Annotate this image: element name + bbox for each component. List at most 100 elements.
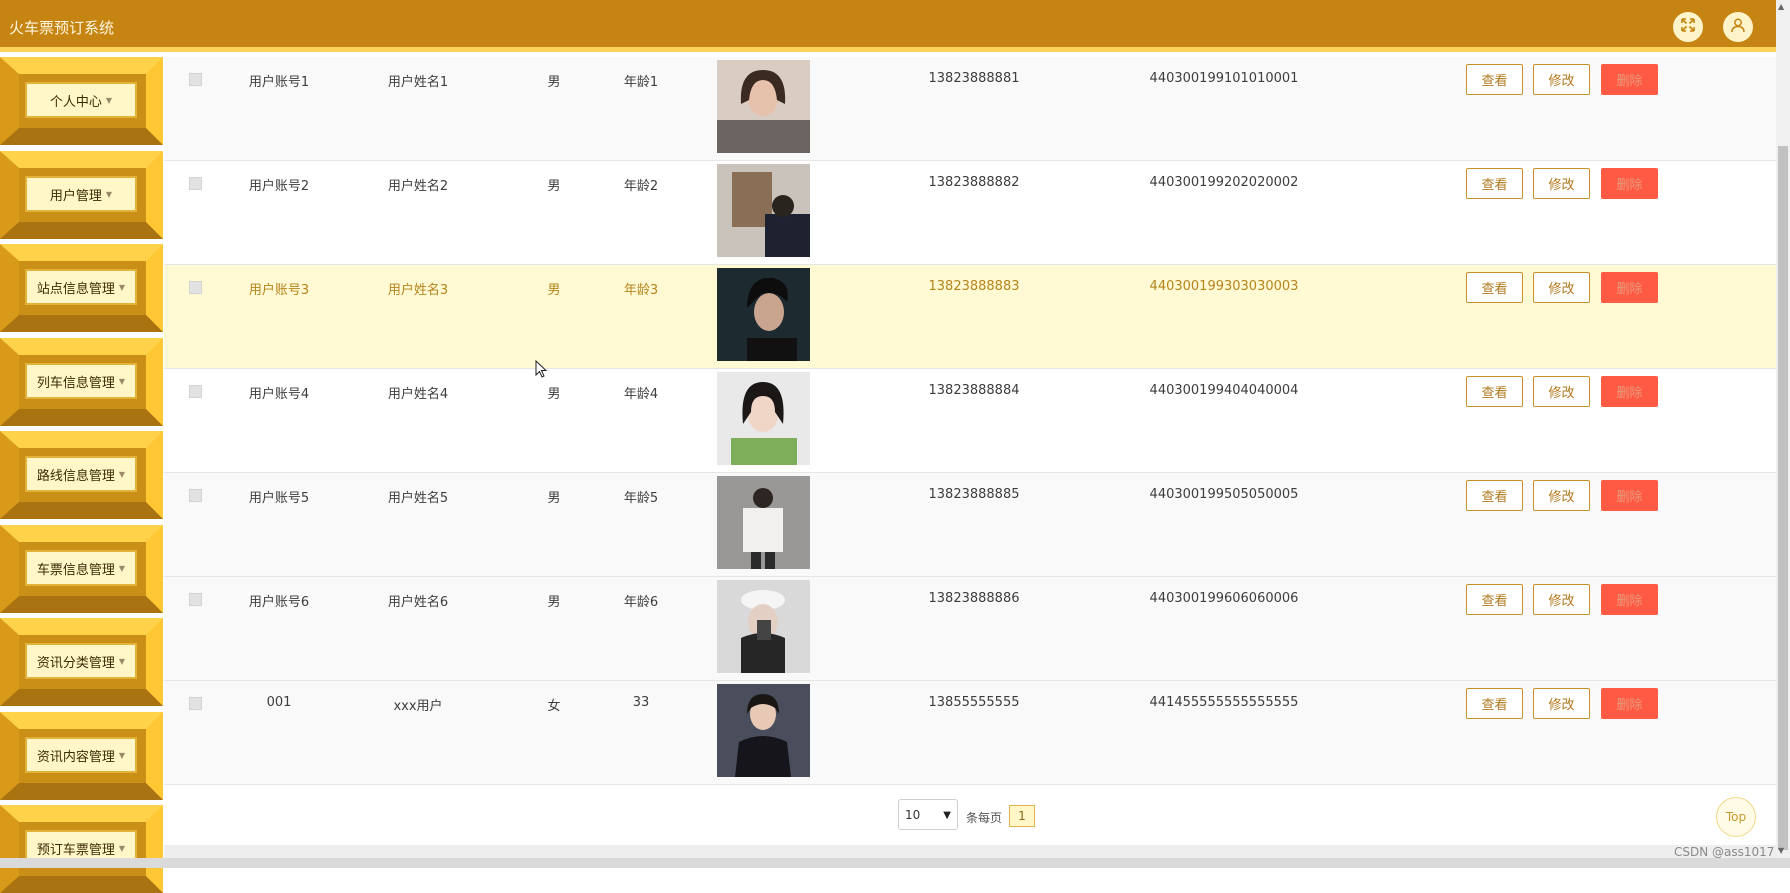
horizontal-scrollbar[interactable]: [164, 845, 1776, 858]
chevron-down-icon: ▼: [943, 810, 951, 821]
sidebar-item-label: 路线信息管理: [36, 468, 115, 484]
fullscreen-button[interactable]: [1673, 12, 1703, 42]
scroll-down-icon[interactable]: ▼: [1778, 846, 1784, 855]
phone-cell: 13823888886: [928, 591, 1020, 606]
page-number-button[interactable]: 1: [1009, 805, 1035, 827]
row-checkbox[interactable]: [189, 489, 202, 502]
row-checkbox[interactable]: [189, 593, 202, 606]
delete-button[interactable]: 删除: [1601, 168, 1658, 199]
phone-cell: 13823888882: [928, 175, 1020, 190]
sidebar-item-label: 站点信息管理: [36, 281, 115, 297]
caret-down-icon: ▼: [118, 282, 126, 292]
expand-icon: [1680, 17, 1696, 37]
scrollbar-thumb[interactable]: [1778, 146, 1788, 850]
account-cell: 用户账号1: [248, 75, 310, 90]
sidebar-item-news-category-management[interactable]: 资讯分类管理 ▼: [0, 618, 163, 706]
edit-button[interactable]: 修改: [1533, 168, 1590, 199]
age-cell: 年龄1: [623, 75, 659, 90]
phone-cell: 13823888885: [928, 487, 1020, 502]
gender-cell: 男: [547, 179, 561, 194]
view-button[interactable]: 查看: [1466, 376, 1523, 407]
sidebar-item-booking-management[interactable]: 预订车票管理 ▼: [0, 805, 163, 893]
edit-button[interactable]: 修改: [1533, 480, 1590, 511]
row-checkbox[interactable]: [189, 177, 202, 190]
sidebar-item-label: 车票信息管理: [36, 562, 115, 578]
delete-button[interactable]: 删除: [1601, 480, 1658, 511]
table-row: 用户账号3 用户姓名3 男 年龄3 13823888883 4403001993…: [164, 265, 1776, 369]
caret-down-icon: ▼: [118, 656, 126, 666]
view-button[interactable]: 查看: [1466, 584, 1523, 615]
name-cell: 用户姓名5: [387, 491, 449, 506]
phone-cell: 13823888881: [928, 71, 1020, 86]
name-cell: xxx用户: [393, 699, 443, 714]
id-card-cell: 440300199404040004: [1149, 383, 1299, 398]
phone-cell: 13855555555: [928, 695, 1020, 710]
gender-cell: 男: [547, 283, 561, 298]
back-to-top-button[interactable]: Top: [1716, 797, 1756, 837]
avatar: [717, 476, 810, 569]
account-cell: 用户账号6: [248, 595, 310, 610]
view-button[interactable]: 查看: [1466, 688, 1523, 719]
table-row: 001 xxx用户 女 33 13855555555 4414555555555…: [164, 681, 1776, 785]
view-button[interactable]: 查看: [1466, 168, 1523, 199]
row-checkbox[interactable]: [189, 281, 202, 294]
top-bar: 火车票预订系统: [0, 0, 1776, 52]
account-cell: 用户账号2: [248, 179, 310, 194]
delete-button[interactable]: 删除: [1601, 64, 1658, 95]
row-checkbox[interactable]: [189, 697, 202, 710]
watermark: CSDN @ass1017: [1674, 845, 1775, 859]
id-card-cell: 440300199101010001: [1149, 71, 1299, 86]
id-card-cell: 440300199505050005: [1149, 487, 1299, 502]
avatar: [717, 580, 810, 673]
sidebar-item-personal-center[interactable]: 个人中心 ▼: [0, 57, 163, 145]
name-cell: 用户姓名2: [387, 179, 449, 194]
age-cell: 年龄3: [623, 283, 659, 298]
account-cell: 用户账号4: [248, 387, 310, 402]
avatar: [717, 268, 810, 361]
edit-button[interactable]: 修改: [1533, 688, 1590, 719]
name-cell: 用户姓名6: [387, 595, 449, 610]
edit-button[interactable]: 修改: [1533, 64, 1590, 95]
sidebar-item-label: 列车信息管理: [36, 375, 115, 391]
delete-button[interactable]: 删除: [1601, 584, 1658, 615]
row-checkbox[interactable]: [189, 385, 202, 398]
edit-button[interactable]: 修改: [1533, 272, 1590, 303]
app-title: 火车票预订系统: [9, 19, 115, 37]
vertical-scrollbar[interactable]: ▲ ▼: [1776, 0, 1790, 858]
mouse-cursor-icon: [535, 359, 548, 382]
sidebar-item-train-management[interactable]: 列车信息管理 ▼: [0, 338, 163, 426]
sidebar-item-station-management[interactable]: 站点信息管理 ▼: [0, 244, 163, 332]
row-checkbox[interactable]: [189, 73, 202, 86]
sidebar-item-news-content-management[interactable]: 资讯内容管理 ▼: [0, 712, 163, 800]
caret-down-icon: ▼: [118, 750, 126, 760]
gender-cell: 女: [547, 699, 561, 714]
view-button[interactable]: 查看: [1466, 480, 1523, 511]
delete-button[interactable]: 删除: [1601, 376, 1658, 407]
sidebar-item-route-management[interactable]: 路线信息管理 ▼: [0, 431, 163, 519]
table-row: 用户账号4 用户姓名4 男 年龄4 13823888884 4403001994…: [164, 369, 1776, 473]
scroll-up-icon[interactable]: ▲: [1778, 2, 1784, 11]
edit-button[interactable]: 修改: [1533, 584, 1590, 615]
user-button[interactable]: [1723, 12, 1753, 42]
id-card-cell: 440300199606060006: [1149, 591, 1299, 606]
sidebar-item-user-management[interactable]: 用户管理 ▼: [0, 151, 163, 239]
id-card-cell: 440300199202020002: [1149, 175, 1299, 190]
view-button[interactable]: 查看: [1466, 64, 1523, 95]
delete-button[interactable]: 删除: [1601, 688, 1658, 719]
view-button[interactable]: 查看: [1466, 272, 1523, 303]
id-card-cell: 440300199303030003: [1149, 279, 1299, 294]
edit-button[interactable]: 修改: [1533, 376, 1590, 407]
window-bottom-bar: [0, 858, 1790, 868]
user-icon: [1730, 17, 1746, 37]
page-size-select[interactable]: 10 ▼: [898, 799, 958, 830]
gender-cell: 男: [547, 491, 561, 506]
sidebar-item-ticket-management[interactable]: 车票信息管理 ▼: [0, 525, 163, 613]
age-cell: 年龄2: [623, 179, 659, 194]
delete-button[interactable]: 删除: [1601, 272, 1658, 303]
avatar: [717, 372, 810, 465]
name-cell: 用户姓名4: [387, 387, 449, 402]
caret-down-icon: ▼: [105, 189, 113, 199]
phone-cell: 13823888883: [928, 279, 1020, 294]
avatar: [717, 684, 810, 777]
sidebar-item-label: 资讯内容管理: [36, 749, 115, 765]
